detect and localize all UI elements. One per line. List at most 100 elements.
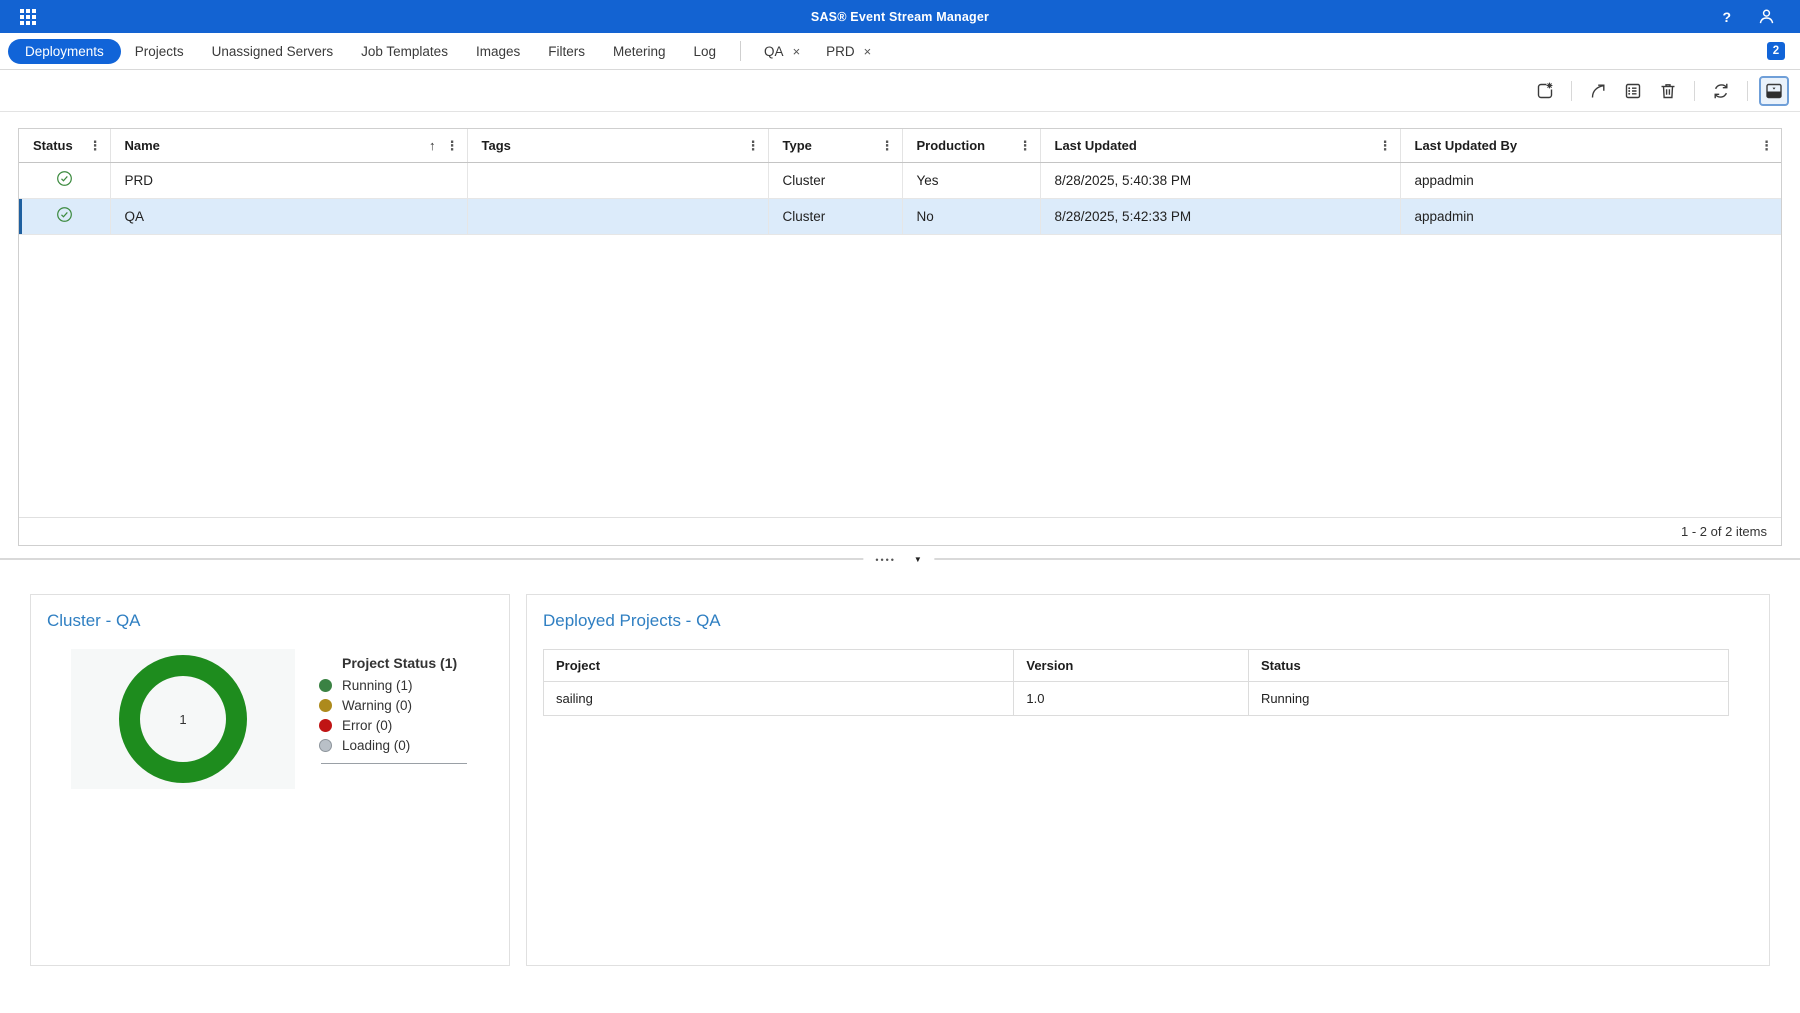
column-menu-icon[interactable]: ⋮ bbox=[881, 139, 894, 152]
chart-legend: Project Status (1) Running (1) Warning (… bbox=[319, 649, 467, 789]
promote-button[interactable] bbox=[1583, 76, 1613, 106]
cell-project-status: Running bbox=[1248, 682, 1728, 716]
donut-ring: 1 bbox=[119, 655, 247, 783]
cluster-panel-title[interactable]: Cluster - QA bbox=[47, 611, 141, 631]
tab-log[interactable]: Log bbox=[694, 44, 717, 59]
column-header-project[interactable]: Project bbox=[544, 650, 1014, 682]
new-deployment-icon bbox=[1535, 81, 1555, 101]
primary-nav: Deployments Projects Unassigned Servers … bbox=[0, 33, 1800, 70]
legend-title: Project Status (1) bbox=[342, 655, 467, 671]
column-header-tags[interactable]: Tags ⋮ bbox=[467, 129, 768, 162]
toggle-bottom-panel-button[interactable] bbox=[1759, 76, 1789, 106]
legend-divider bbox=[321, 763, 467, 764]
toolbar-divider bbox=[1571, 81, 1572, 101]
warning-status-dot-icon bbox=[319, 699, 332, 712]
deployment-tab-label: PRD bbox=[826, 44, 855, 59]
tab-filters[interactable]: Filters bbox=[548, 44, 585, 59]
delete-button[interactable] bbox=[1653, 76, 1683, 106]
tab-deployments[interactable]: Deployments bbox=[8, 39, 121, 64]
column-header-status[interactable]: Status ⋮ bbox=[19, 129, 110, 162]
deployment-tab-label: QA bbox=[764, 44, 784, 59]
column-menu-icon[interactable]: ⋮ bbox=[1379, 139, 1392, 152]
pagination-bar: 1 - 2 of 2 items bbox=[19, 517, 1781, 545]
tab-unassigned-servers[interactable]: Unassigned Servers bbox=[212, 44, 334, 59]
loading-status-dot-icon bbox=[319, 739, 332, 752]
refresh-icon bbox=[1711, 81, 1731, 101]
cell-last-updated-by: appadmin bbox=[1400, 198, 1781, 234]
tab-metering[interactable]: Metering bbox=[613, 44, 666, 59]
deployments-toolbar bbox=[0, 70, 1800, 112]
column-header-version[interactable]: Version bbox=[1014, 650, 1249, 682]
running-status-dot-icon bbox=[319, 679, 332, 692]
column-menu-icon[interactable]: ⋮ bbox=[1019, 139, 1032, 152]
table-row-prd[interactable]: PRD Cluster Yes 8/28/2025, 5:40:38 PM ap… bbox=[19, 162, 1781, 198]
cell-version: 1.0 bbox=[1014, 682, 1249, 716]
app-title: SAS® Event Stream Manager bbox=[0, 10, 1800, 24]
cell-tags bbox=[467, 162, 768, 198]
toolbar-divider bbox=[1694, 81, 1695, 101]
collapse-panel-icon[interactable]: ▼ bbox=[914, 555, 922, 564]
cell-name: QA bbox=[110, 198, 467, 234]
details-button[interactable] bbox=[1618, 76, 1648, 106]
cell-production: Yes bbox=[902, 162, 1040, 198]
column-menu-icon[interactable]: ⋮ bbox=[747, 139, 760, 152]
column-menu-icon[interactable]: ⋮ bbox=[89, 139, 102, 152]
column-menu-icon[interactable]: ⋮ bbox=[446, 139, 459, 152]
cell-last-updated-by: appadmin bbox=[1400, 162, 1781, 198]
app-switcher-button[interactable] bbox=[20, 9, 36, 25]
help-button[interactable]: ? bbox=[1722, 9, 1731, 25]
details-list-icon bbox=[1623, 81, 1643, 101]
legend-item-loading: Loading (0) bbox=[319, 738, 467, 753]
app-header: SAS® Event Stream Manager ? bbox=[0, 0, 1800, 33]
cell-last-updated: 8/28/2025, 5:40:38 PM bbox=[1040, 162, 1400, 198]
cell-name: PRD bbox=[110, 162, 467, 198]
bottom-panel-icon bbox=[1764, 81, 1784, 101]
cell-project: sailing bbox=[544, 682, 1014, 716]
column-menu-icon[interactable]: ⋮ bbox=[1760, 139, 1773, 152]
table-row-qa[interactable]: QA Cluster No 8/28/2025, 5:42:33 PM appa… bbox=[19, 198, 1781, 234]
close-icon[interactable]: × bbox=[864, 44, 872, 59]
project-status-donut-chart: 1 bbox=[71, 649, 295, 789]
legend-label: Running (1) bbox=[342, 678, 413, 693]
panel-splitter[interactable]: •••• ▼ bbox=[0, 554, 1800, 568]
legend-label: Warning (0) bbox=[342, 698, 412, 713]
nav-divider bbox=[740, 41, 741, 61]
legend-item-warning: Warning (0) bbox=[319, 698, 467, 713]
user-menu-button[interactable] bbox=[1757, 7, 1776, 26]
column-header-last-updated[interactable]: Last Updated ⋮ bbox=[1040, 129, 1400, 162]
cell-production: No bbox=[902, 198, 1040, 234]
app-grid-icon bbox=[20, 9, 36, 25]
close-icon[interactable]: × bbox=[793, 44, 801, 59]
user-icon bbox=[1757, 7, 1776, 26]
legend-item-error: Error (0) bbox=[319, 718, 467, 733]
deployed-project-row[interactable]: sailing 1.0 Running bbox=[544, 682, 1729, 716]
donut-center-value: 1 bbox=[179, 712, 186, 727]
sort-ascending-icon[interactable]: ↑ bbox=[429, 138, 436, 153]
legend-label: Error (0) bbox=[342, 718, 392, 733]
cluster-panel: Cluster - QA 1 Project Status (1) Runnin… bbox=[30, 594, 510, 966]
promote-arrow-icon bbox=[1588, 81, 1608, 101]
cell-type: Cluster bbox=[768, 198, 902, 234]
tab-projects[interactable]: Projects bbox=[135, 44, 184, 59]
deployed-projects-title[interactable]: Deployed Projects - QA bbox=[543, 611, 721, 631]
column-header-name[interactable]: Name ↑ ⋮ bbox=[110, 129, 467, 162]
tab-images[interactable]: Images bbox=[476, 44, 520, 59]
pagination-status: 1 - 2 of 2 items bbox=[1681, 524, 1767, 539]
column-header-last-updated-by[interactable]: Last Updated By ⋮ bbox=[1400, 129, 1781, 162]
trash-icon bbox=[1658, 81, 1678, 101]
column-header-production[interactable]: Production ⋮ bbox=[902, 129, 1040, 162]
tab-deployment-prd[interactable]: PRD × bbox=[826, 44, 871, 59]
refresh-button[interactable] bbox=[1706, 76, 1736, 106]
tab-job-templates[interactable]: Job Templates bbox=[361, 44, 448, 59]
count-badge[interactable]: 2 bbox=[1767, 42, 1785, 60]
detail-panels: Cluster - QA 1 Project Status (1) Runnin… bbox=[30, 594, 1770, 966]
column-header-project-status[interactable]: Status bbox=[1248, 650, 1728, 682]
column-header-type[interactable]: Type ⋮ bbox=[768, 129, 902, 162]
legend-label: Loading (0) bbox=[342, 738, 410, 753]
cell-type: Cluster bbox=[768, 162, 902, 198]
splitter-drag-handle-icon[interactable]: •••• bbox=[875, 555, 896, 565]
cell-last-updated: 8/28/2025, 5:42:33 PM bbox=[1040, 198, 1400, 234]
status-ok-icon bbox=[56, 170, 73, 187]
new-deployment-button[interactable] bbox=[1530, 76, 1560, 106]
tab-deployment-qa[interactable]: QA × bbox=[764, 44, 800, 59]
